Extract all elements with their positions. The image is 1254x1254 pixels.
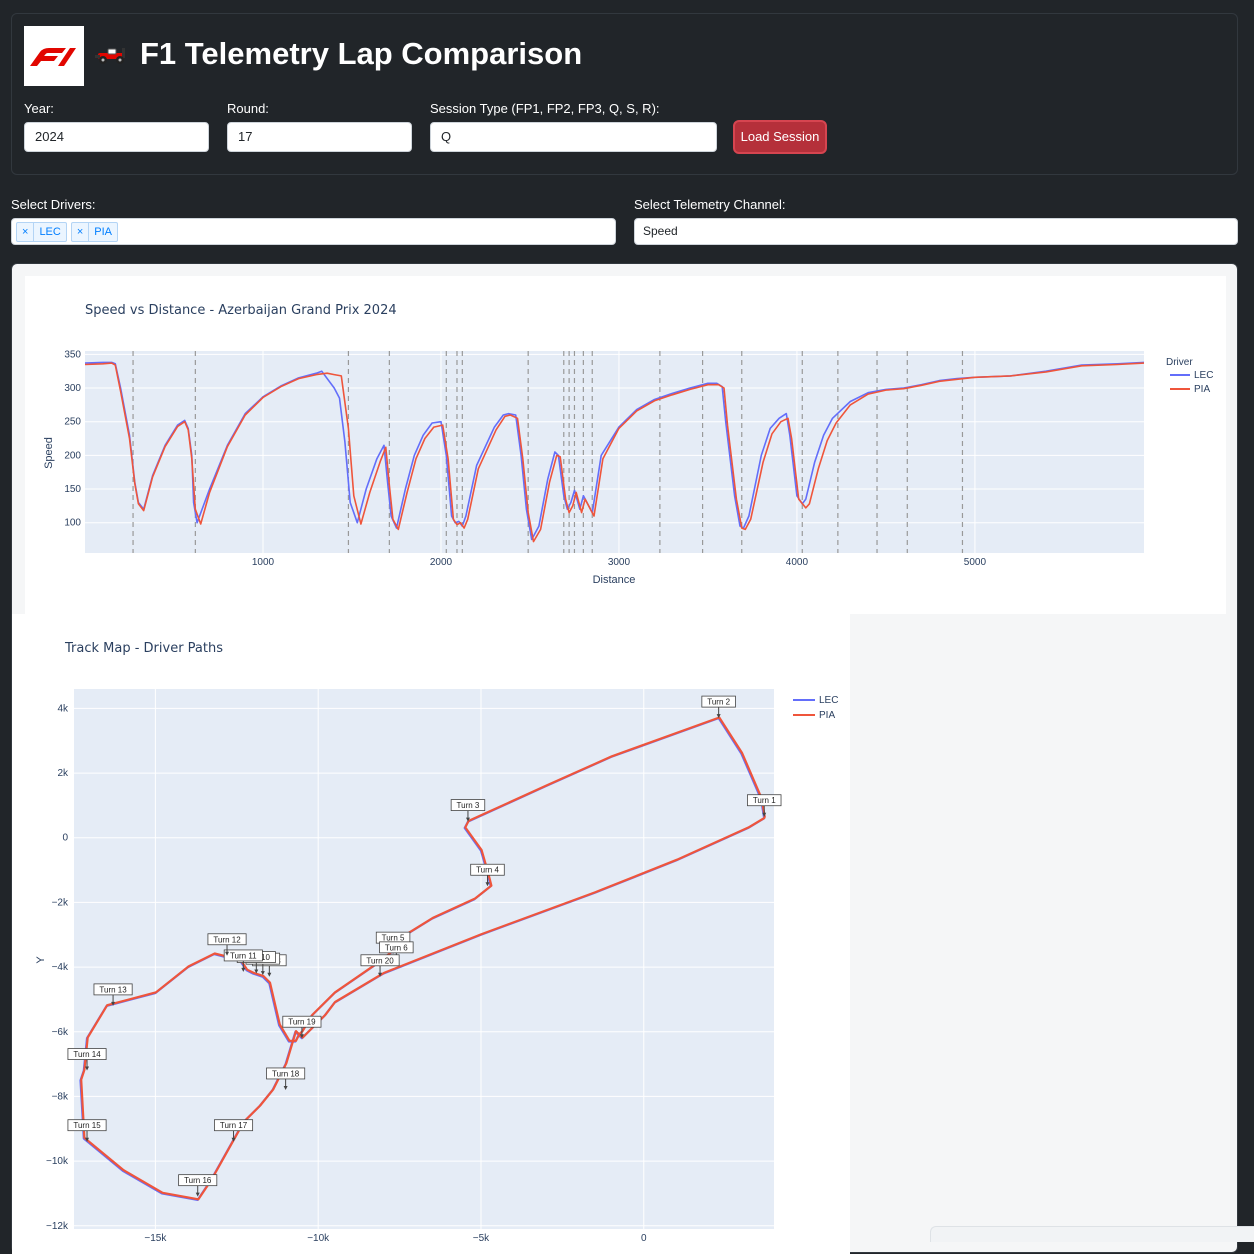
year-input[interactable]: 2024 [24,122,209,152]
speed-x-tick-label: 2000 [430,557,453,568]
round-input[interactable]: 17 [227,122,412,152]
track-x-tick-label: 0 [641,1233,647,1244]
turn-label: Turn 14 [73,1050,101,1059]
load-session-button[interactable]: Load Session [733,120,827,154]
speed-x-tick-label: 5000 [964,557,987,568]
round-label: Round: [227,101,269,116]
track-map-chart[interactable]: Track Map - Driver Paths 4k 2k 0 −2k −4k −6k −… [12,614,850,1254]
speed-y-tick-label: 250 [64,417,81,428]
legend-pia-label: PIA [819,710,835,721]
speed-y-tick-label: 100 [64,518,81,529]
remove-pia-icon[interactable]: × [72,222,90,241]
track-legend[interactable]: LEC PIA [793,695,838,721]
legend-title: Driver [1166,357,1193,368]
turn-label: Turn 1 [753,796,776,805]
speed-y-tick-label: 150 [64,484,81,495]
turn-label: Turn 12 [213,935,241,944]
turn-label: Turn 13 [99,985,127,994]
turn-label: Turn 6 [385,943,408,952]
track-y-tick-label: 2k [57,768,69,779]
drivers-label: Select Drivers: [11,197,96,212]
track-y-tick-label: −6k [52,1027,69,1038]
f1-logo [24,26,84,86]
turn-label: Turn 15 [73,1121,101,1130]
track-chart-title: Track Map - Driver Paths [64,641,223,656]
track-y-tick-label: −12k [46,1221,69,1232]
track-y-tick-label: 0 [62,833,68,844]
plots-panel: Speed vs Distance - Azerbaijan Grand Pri… [11,263,1238,1254]
turn-label: Turn 16 [184,1176,212,1185]
legend-lec-label: LEC [819,695,838,706]
speed-chart[interactable]: Speed vs Distance - Azerbaijan Grand Pri… [25,276,1226,614]
track-x-tick-label: −5k [473,1233,490,1244]
year-label: Year: [24,101,54,116]
driver-chip-lec: × LEC [16,221,67,242]
track-y-tick-label: −10k [46,1156,69,1167]
track-y-axis-title: Y [35,956,47,964]
speed-y-tick-label: 350 [64,349,81,360]
driver-chip-pia: × PIA [70,221,119,242]
driver-chip-label: LEC [39,225,61,238]
track-y-tick-label: 4k [57,703,69,714]
speed-x-tick-label: 3000 [608,557,631,568]
turn-label: Turn 11 [230,951,257,960]
turn-label: Turn 4 [476,866,499,875]
speed-y-tick-label: 200 [64,450,81,461]
channel-select[interactable]: Speed [634,218,1238,245]
channel-label: Select Telemetry Channel: [634,197,786,212]
session-type-input[interactable]: Q [430,122,717,152]
driver-multiselect[interactable]: × LEC × PIA [11,218,616,245]
page-title-text: F1 Telemetry Lap Comparison [140,36,583,71]
speed-x-tick-label: 1000 [252,557,275,568]
page-title: F1 Telemetry Lap Comparison [94,36,582,72]
speed-chart-title: Speed vs Distance - Azerbaijan Grand Pri… [85,303,397,318]
turn-label: Turn 18 [272,1069,300,1078]
speed-legend[interactable]: Driver LEC PIA [1166,357,1213,395]
speed-y-axis-title: Speed [43,437,55,469]
race-car-icon [95,48,125,64]
turn-label: Turn 3 [457,801,480,810]
footer-tab [930,1226,1254,1242]
legend-lec-label: LEC [1194,370,1213,381]
turn-label: Turn 19 [288,1018,316,1027]
session-panel: F1 Telemetry Lap Comparison Year: 2024 R… [11,13,1238,175]
track-y-tick-label: −8k [52,1091,69,1102]
driver-chip-label: PIA [94,225,113,238]
speed-y-tick-label: 300 [64,383,81,394]
track-y-tick-label: −2k [52,897,69,908]
speed-x-axis-title: Distance [593,574,636,586]
track-x-tick-label: −10k [307,1233,330,1244]
turn-label: Turn 20 [366,956,394,965]
legend-pia-label: PIA [1194,384,1210,395]
track-y-tick-label: −4k [52,962,69,973]
track-x-tick-label: −15k [144,1233,167,1244]
remove-lec-icon[interactable]: × [17,222,35,241]
track-plot-background [74,689,774,1229]
speed-x-tick-label: 4000 [786,557,809,568]
turn-label: Turn 17 [220,1121,248,1130]
session-type-label: Session Type (FP1, FP2, FP3, Q, S, R): [430,101,660,116]
turn-label: Turn 5 [382,934,405,943]
turn-label: Turn 2 [707,698,730,707]
